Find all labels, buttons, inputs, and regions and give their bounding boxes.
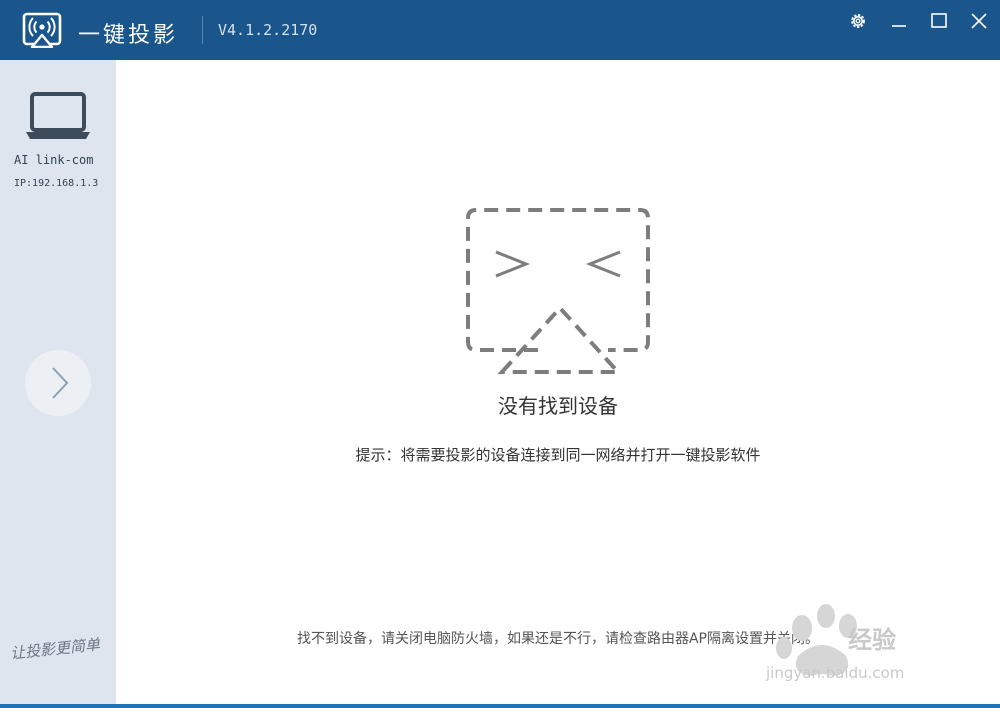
settings-button[interactable] bbox=[843, 8, 873, 34]
empty-state-title: 没有找到设备 bbox=[498, 394, 618, 418]
bottom-accent-bar bbox=[0, 704, 1000, 708]
watermark-brand: 经验 bbox=[848, 626, 896, 654]
gear-icon bbox=[851, 14, 865, 28]
tip-text: 提示：将需要投影的设备连接到同一网络并打开一键投影软件 bbox=[355, 446, 761, 464]
cast-logo-icon bbox=[22, 12, 62, 48]
device-name: AI link-com bbox=[14, 153, 94, 167]
laptop-icon bbox=[26, 92, 90, 139]
sidebar: AI link-com IP:192.168.1.3 让投影更简单 bbox=[0, 60, 116, 704]
close-icon bbox=[971, 13, 987, 29]
maximize-icon bbox=[931, 13, 947, 28]
minimize-icon bbox=[892, 25, 906, 27]
close-button[interactable] bbox=[964, 8, 994, 34]
watermark-url: jingyan.baidu.com bbox=[766, 664, 905, 682]
version-label: V4.1.2.2170 bbox=[218, 21, 318, 39]
minimize-button[interactable] bbox=[884, 8, 914, 34]
next-button[interactable] bbox=[25, 350, 91, 416]
maximize-button[interactable] bbox=[924, 8, 954, 34]
device-ip: IP:192.168.1.3 bbox=[14, 178, 99, 189]
slogan: 让投影更简单 bbox=[9, 635, 101, 663]
no-device-illustration bbox=[466, 208, 650, 374]
app-title: 一键投影 bbox=[78, 23, 179, 48]
chevron-right-icon bbox=[52, 367, 69, 399]
title-bar: 一键投影 V4.1.2.2170 bbox=[0, 0, 1000, 60]
title-divider bbox=[202, 16, 203, 44]
device-item[interactable]: AI link-com IP:192.168.1.3 bbox=[0, 90, 116, 200]
